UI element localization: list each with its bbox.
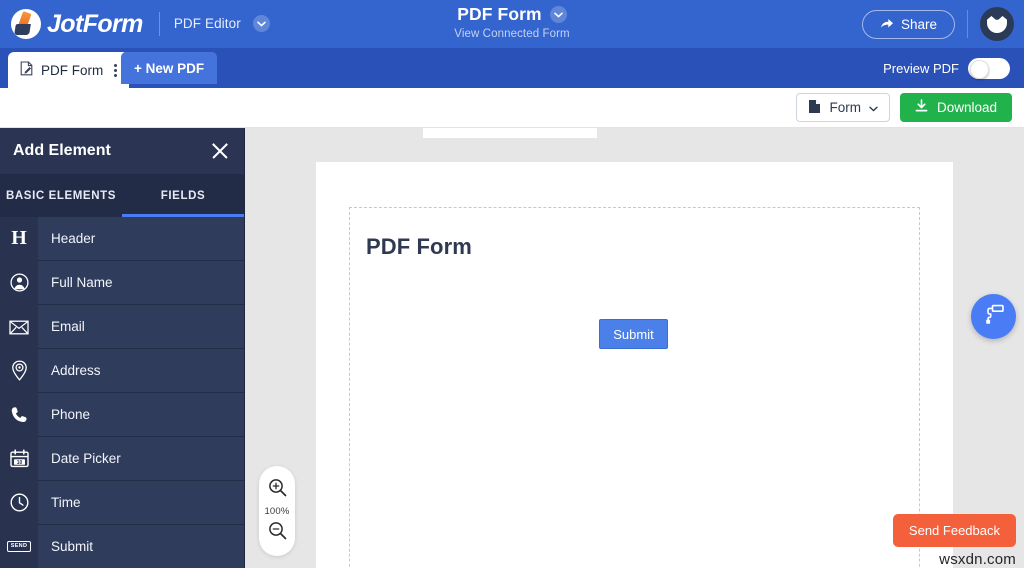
download-button[interactable]: Download (899, 93, 1012, 122)
tab-pdf-form-label: PDF Form (41, 62, 104, 78)
close-icon[interactable] (210, 141, 230, 161)
phone-icon (0, 392, 38, 437)
envelope-icon (0, 304, 38, 349)
download-label: Download (936, 100, 997, 115)
preview-pdf-toggle[interactable] (968, 57, 1010, 79)
header-actions-divider (967, 10, 968, 38)
list-item-label: Phone (51, 407, 91, 422)
list-item-label: Header (51, 231, 96, 246)
preview-pdf-label: Preview PDF (883, 60, 959, 76)
brand-name: JotForm (47, 9, 143, 38)
page-title: PDF Form (457, 4, 542, 24)
svg-text:10: 10 (16, 460, 22, 466)
pdf-page-dropzone[interactable]: PDF Form Submit (349, 207, 920, 568)
add-element-panel-header: Add Element (0, 128, 244, 174)
calendar-icon: 10 (0, 436, 38, 481)
tab-pdf-form[interactable]: PDF Form (8, 52, 130, 88)
zoom-controls: 100% (259, 466, 295, 556)
list-item-label: Email (51, 319, 85, 334)
add-element-panel: Add Element BASIC ELEMENTS FIELDS H Head… (0, 128, 245, 568)
header-divider (158, 12, 160, 36)
file-icon (808, 99, 821, 117)
pdf-form-heading: PDF Form (366, 234, 472, 259)
download-arrow-icon (915, 99, 928, 116)
list-item-header[interactable]: H Header (0, 216, 244, 261)
add-element-title: Add Element (13, 142, 111, 159)
list-item-time[interactable]: Time (0, 480, 244, 525)
section-name-group[interactable]: PDF Editor (173, 15, 271, 33)
send-feedback-button[interactable]: Send Feedback (892, 514, 1016, 547)
share-arrow-icon (880, 17, 894, 32)
add-element-tabs: BASIC ELEMENTS FIELDS (0, 174, 244, 217)
top-header-bar: JotForm PDF Editor PDF Form View Connect… (0, 0, 1024, 48)
clock-icon (0, 480, 38, 525)
share-button[interactable]: Share (861, 9, 955, 39)
person-icon (0, 260, 38, 305)
editor-toolbar: Form Download (0, 88, 1024, 128)
list-item-label: Full Name (51, 275, 113, 290)
map-pin-icon (0, 348, 38, 393)
share-label: Share (900, 16, 937, 32)
tab-options-kebab-icon[interactable] (114, 63, 118, 77)
pdf-canvas-area: PDF Form Submit Send Feedback wsxdn.com (245, 128, 1024, 568)
section-label: PDF Editor (173, 16, 241, 31)
jotform-logo-icon (11, 9, 41, 39)
zoom-level-label: 100% (264, 505, 290, 517)
header-letter-icon: H (0, 216, 38, 261)
document-edit-icon (20, 61, 34, 79)
pdf-tab-strip: PDF Form + New PDF Preview PDF (0, 48, 1024, 88)
title-chevron-down-icon[interactable] (549, 6, 567, 23)
list-item-label: Address (51, 363, 101, 378)
list-item-address[interactable]: Address (0, 348, 244, 393)
avatar[interactable] (980, 7, 1014, 41)
view-connected-form-link[interactable]: View Connected Form (454, 28, 569, 40)
tab-basic-elements[interactable]: BASIC ELEMENTS (0, 174, 122, 217)
zoom-in-button[interactable] (268, 478, 287, 502)
list-item-phone[interactable]: Phone (0, 392, 244, 437)
select-chevron-down-icon (869, 100, 878, 115)
jotform-pdf-editor-window: JotForm PDF Editor PDF Form View Connect… (0, 0, 1024, 568)
list-item-date-picker[interactable]: 10 Date Picker (0, 436, 244, 481)
list-item-label: Time (51, 495, 81, 510)
pdf-submit-button[interactable]: Submit (599, 319, 668, 349)
list-item-label: Date Picker (51, 451, 121, 466)
chevron-down-icon[interactable] (253, 15, 271, 33)
element-list: H Header Full Name Email Address Phone 1… (0, 216, 244, 568)
preview-pdf-group: Preview PDF (883, 48, 1010, 88)
form-source-label: Form (829, 100, 861, 115)
list-item-submit[interactable]: SEND Submit (0, 524, 244, 568)
brand-area[interactable]: JotForm (0, 9, 143, 39)
paint-roller-button[interactable] (971, 294, 1016, 339)
send-button-icon: SEND (0, 524, 38, 568)
paint-roller-icon (983, 303, 1005, 330)
list-item-label: Submit (51, 539, 94, 554)
list-item-email[interactable]: Email (0, 304, 244, 349)
tab-fields[interactable]: FIELDS (122, 174, 244, 217)
form-source-select[interactable]: Form (796, 93, 890, 122)
header-actions: Share (861, 0, 1014, 48)
watermark: wsxdn.com (939, 551, 1016, 568)
new-pdf-button[interactable]: + New PDF (121, 52, 218, 84)
list-item-full-name[interactable]: Full Name (0, 260, 244, 305)
pdf-page: PDF Form Submit (316, 162, 953, 568)
zoom-out-button[interactable] (268, 521, 287, 545)
